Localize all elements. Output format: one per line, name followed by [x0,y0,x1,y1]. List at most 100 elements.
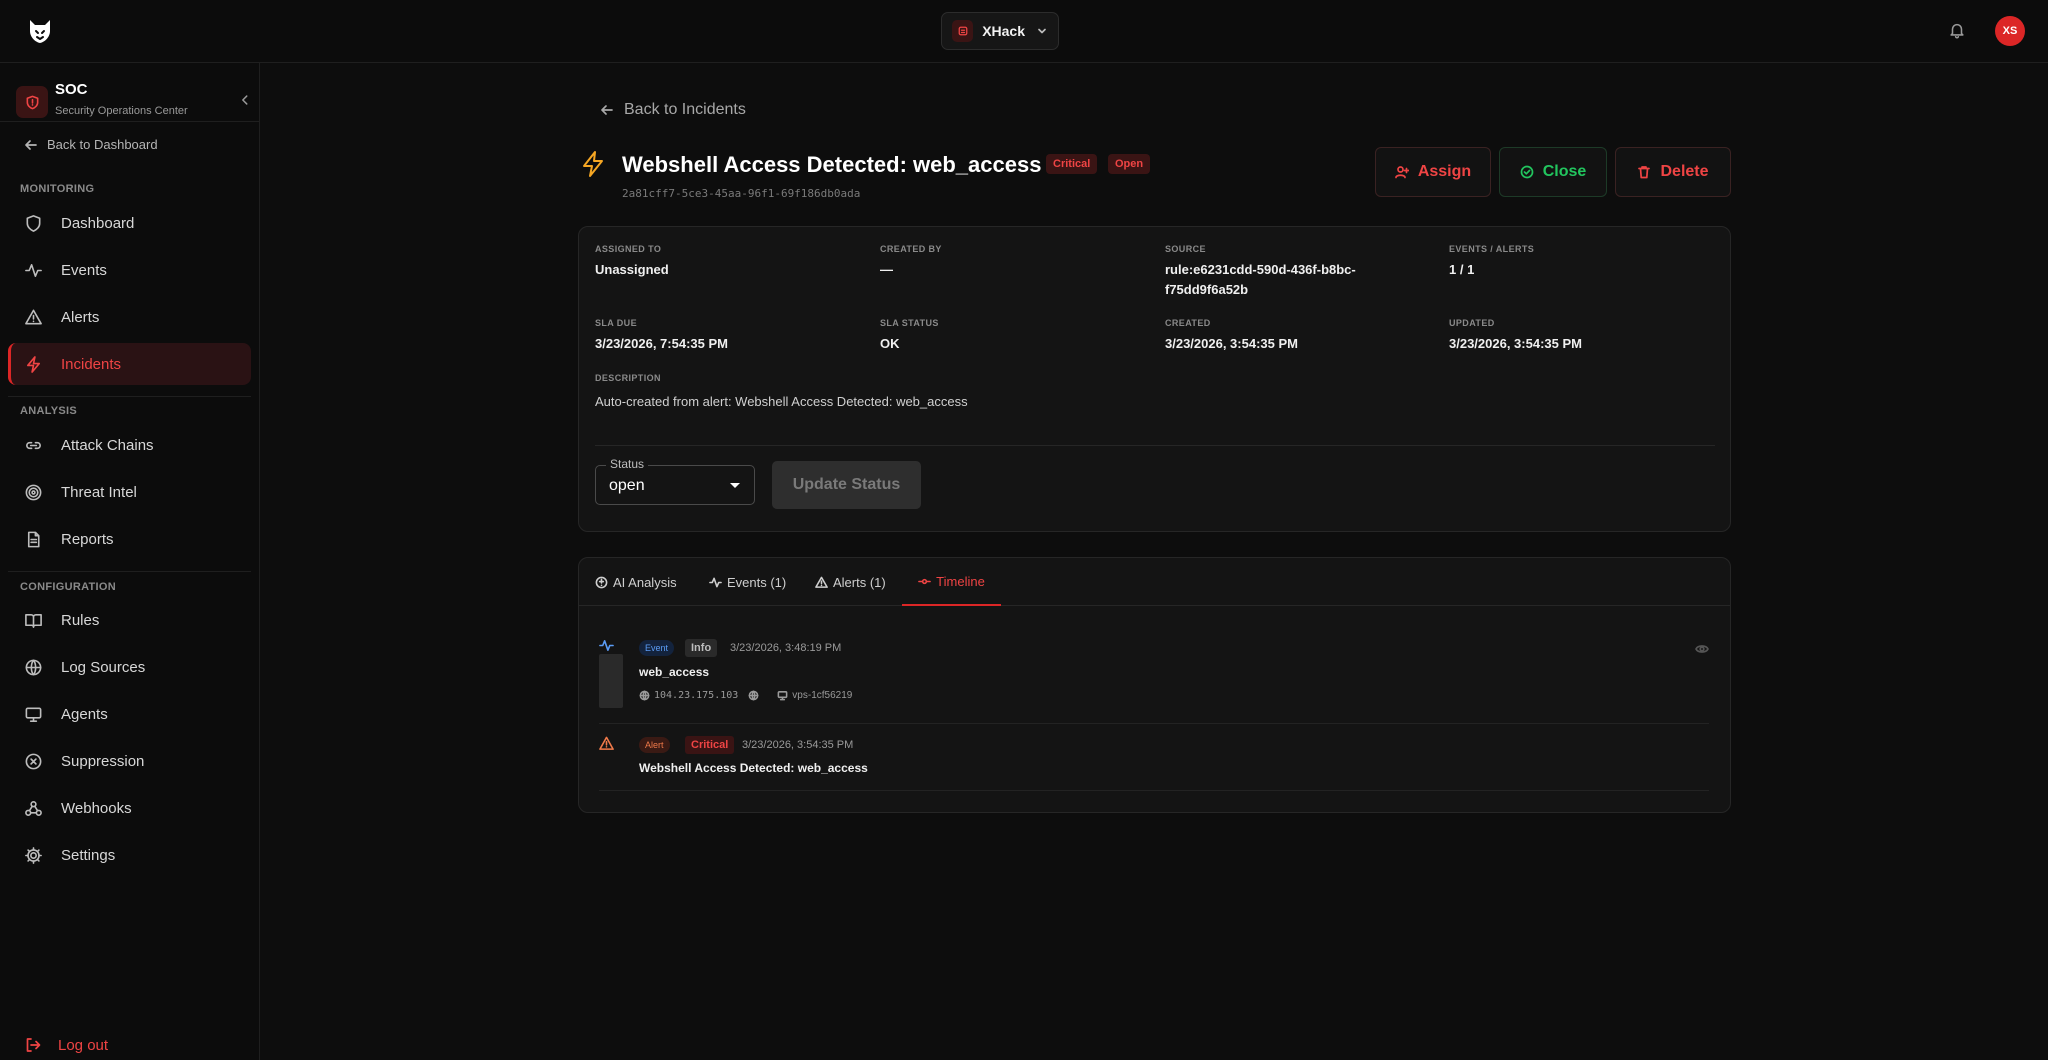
tab-alerts[interactable]: Alerts (1) [815,558,886,606]
sidebar-item-label: Agents [61,705,108,723]
logout-button[interactable]: Log out [24,1036,108,1054]
description-label: DESCRIPTION [595,373,661,383]
sidebar: SOC Security Operations Center Back to D… [0,63,260,1060]
logout-label: Log out [58,1036,109,1054]
events-alerts-value: 1 / 1 [1449,262,1475,277]
source-value-line-1: rule:e6231cdd-590d-436f-b8bc- [1165,262,1356,277]
wolf-logo-icon[interactable] [26,17,54,45]
sidebar-item-label: Log Sources [61,658,146,676]
organization-icon [952,20,974,42]
app-subtitle: Security Operations Center [55,105,188,117]
divider [8,571,251,572]
sidebar-item-attack-chains[interactable]: Attack Chains [8,424,251,466]
activity-icon [709,576,722,589]
close-button[interactable]: Close [1499,147,1607,197]
assigned-to-label: ASSIGNED TO [595,244,662,254]
updated-label: UPDATED [1449,318,1495,328]
gear-icon [24,846,43,865]
back-to-incidents-link[interactable]: Back to Incidents [600,101,746,119]
tab-bar: AI Analysis Events (1) Alerts (1) Timeli… [579,558,1730,606]
arrow-left-icon [600,103,614,117]
incident-tabs-card: AI Analysis Events (1) Alerts (1) Timeli… [578,557,1731,813]
type-chip: Event [639,640,675,656]
tab-ai-analysis[interactable]: AI Analysis [595,558,677,606]
incident-details-card: ASSIGNED TO Unassigned CREATED BY — SOUR… [578,226,1731,532]
timeline-icon [918,575,932,588]
target-icon [24,483,43,502]
arrow-left-icon [24,138,38,152]
source-ip: 104.23.175.103 [654,690,739,701]
eye-icon[interactable] [1695,642,1709,656]
top-bar: XHack XS [0,0,2048,63]
divider [599,790,1709,791]
created-by-label: CREATED BY [880,244,942,254]
timeline-entry[interactable]: Alert Critical 3/23/2026, 3:54:35 PM Web… [599,734,1709,778]
type-chip: Alert [639,737,670,753]
sidebar-item-dashboard[interactable]: Dashboard [8,202,251,244]
activity-icon [599,638,615,654]
events-alerts-label: EVENTS / ALERTS [1449,244,1535,254]
created-label: CREATED [1165,318,1211,328]
sidebar-item-settings[interactable]: Settings [8,834,251,876]
delete-button[interactable]: Delete [1615,147,1731,197]
back-to-dashboard-link[interactable]: Back to Dashboard [24,137,158,152]
incident-title: Webshell Access Detected: web_access [622,152,1042,177]
sidebar-item-incidents[interactable]: Incidents [8,343,251,385]
timeline-time: 3/23/2026, 3:54:35 PM [742,739,854,751]
updated-field: UPDATED 3/23/2026, 3:54:35 PM [1449,318,1582,354]
assign-button[interactable]: Assign [1375,147,1491,197]
sidebar-item-label: Suppression [61,752,145,770]
sidebar-item-reports[interactable]: Reports [8,518,251,560]
sla-status-label: SLA STATUS [880,318,939,328]
created-by-field: CREATED BY — [880,244,942,280]
webhook-icon [24,799,43,818]
sidebar-item-label: Settings [61,846,116,864]
created-field: CREATED 3/23/2026, 3:54:35 PM [1165,318,1298,354]
status-select[interactable]: Status open [595,457,755,505]
update-status-button[interactable]: Update Status [772,461,921,509]
timeline-meta: 104.23.175.103 vps-1cf56219 [639,690,852,701]
sidebar-item-alerts[interactable]: Alerts [8,296,251,338]
bolt-icon [580,150,606,178]
check-circle-icon [1520,165,1534,179]
tab-timeline[interactable]: Timeline [902,558,1001,606]
updated-value: 3/23/2026, 3:54:35 PM [1449,336,1582,351]
app-header: SOC Security Operations Center [16,73,248,119]
sla-status-value: OK [880,336,900,351]
source-value: rule:e6231cdd-590d-436f-b8bc- f75dd9f6a5… [1165,260,1356,300]
document-icon [24,530,43,549]
sidebar-item-label: Dashboard [61,214,135,232]
sidebar-item-webhooks[interactable]: Webhooks [8,787,251,829]
sidebar-item-agents[interactable]: Agents [8,693,251,735]
organization-switcher[interactable]: XHack [941,12,1059,50]
organization-name: XHack [982,23,1025,39]
book-icon [24,611,43,630]
globe-icon [748,690,759,701]
source-value-line-2: f75dd9f6a52b [1165,282,1249,297]
sidebar-item-label: Incidents [61,355,122,373]
tab-events[interactable]: Events (1) [709,558,786,606]
sidebar-item-label: Attack Chains [61,436,154,454]
tab-label: Events (1) [727,574,787,590]
severity-badge: Critical [1046,154,1098,174]
sidebar-item-suppression[interactable]: Suppression [8,740,251,782]
description-value: Auto-created from alert: Webshell Access… [595,394,968,409]
sidebar-item-log-sources[interactable]: Log Sources [8,646,251,688]
sidebar-item-label: Threat Intel [61,483,137,501]
back-to-incidents-label: Back to Incidents [624,101,746,118]
description-field: DESCRIPTION Auto-created from alert: Web… [595,373,968,412]
sidebar-item-threat-intel[interactable]: Threat Intel [8,471,251,513]
tab-label: Alerts (1) [833,574,886,590]
sidebar-item-events[interactable]: Events [8,249,251,291]
warning-icon [599,736,615,752]
source-label: SOURCE [1165,244,1206,254]
collapse-sidebar-icon[interactable] [238,93,254,109]
created-by-value: — [880,262,893,277]
sidebar-item-rules[interactable]: Rules [8,599,251,641]
ai-icon [595,576,608,589]
timeline-entry[interactable]: Event Info 3/23/2026, 3:48:19 PM web_acc… [599,638,1709,718]
user-avatar[interactable]: XS [1995,16,2025,46]
notifications-bell-icon[interactable] [1948,21,1968,41]
status-badge: Open [1108,154,1151,174]
activity-icon [24,261,43,280]
